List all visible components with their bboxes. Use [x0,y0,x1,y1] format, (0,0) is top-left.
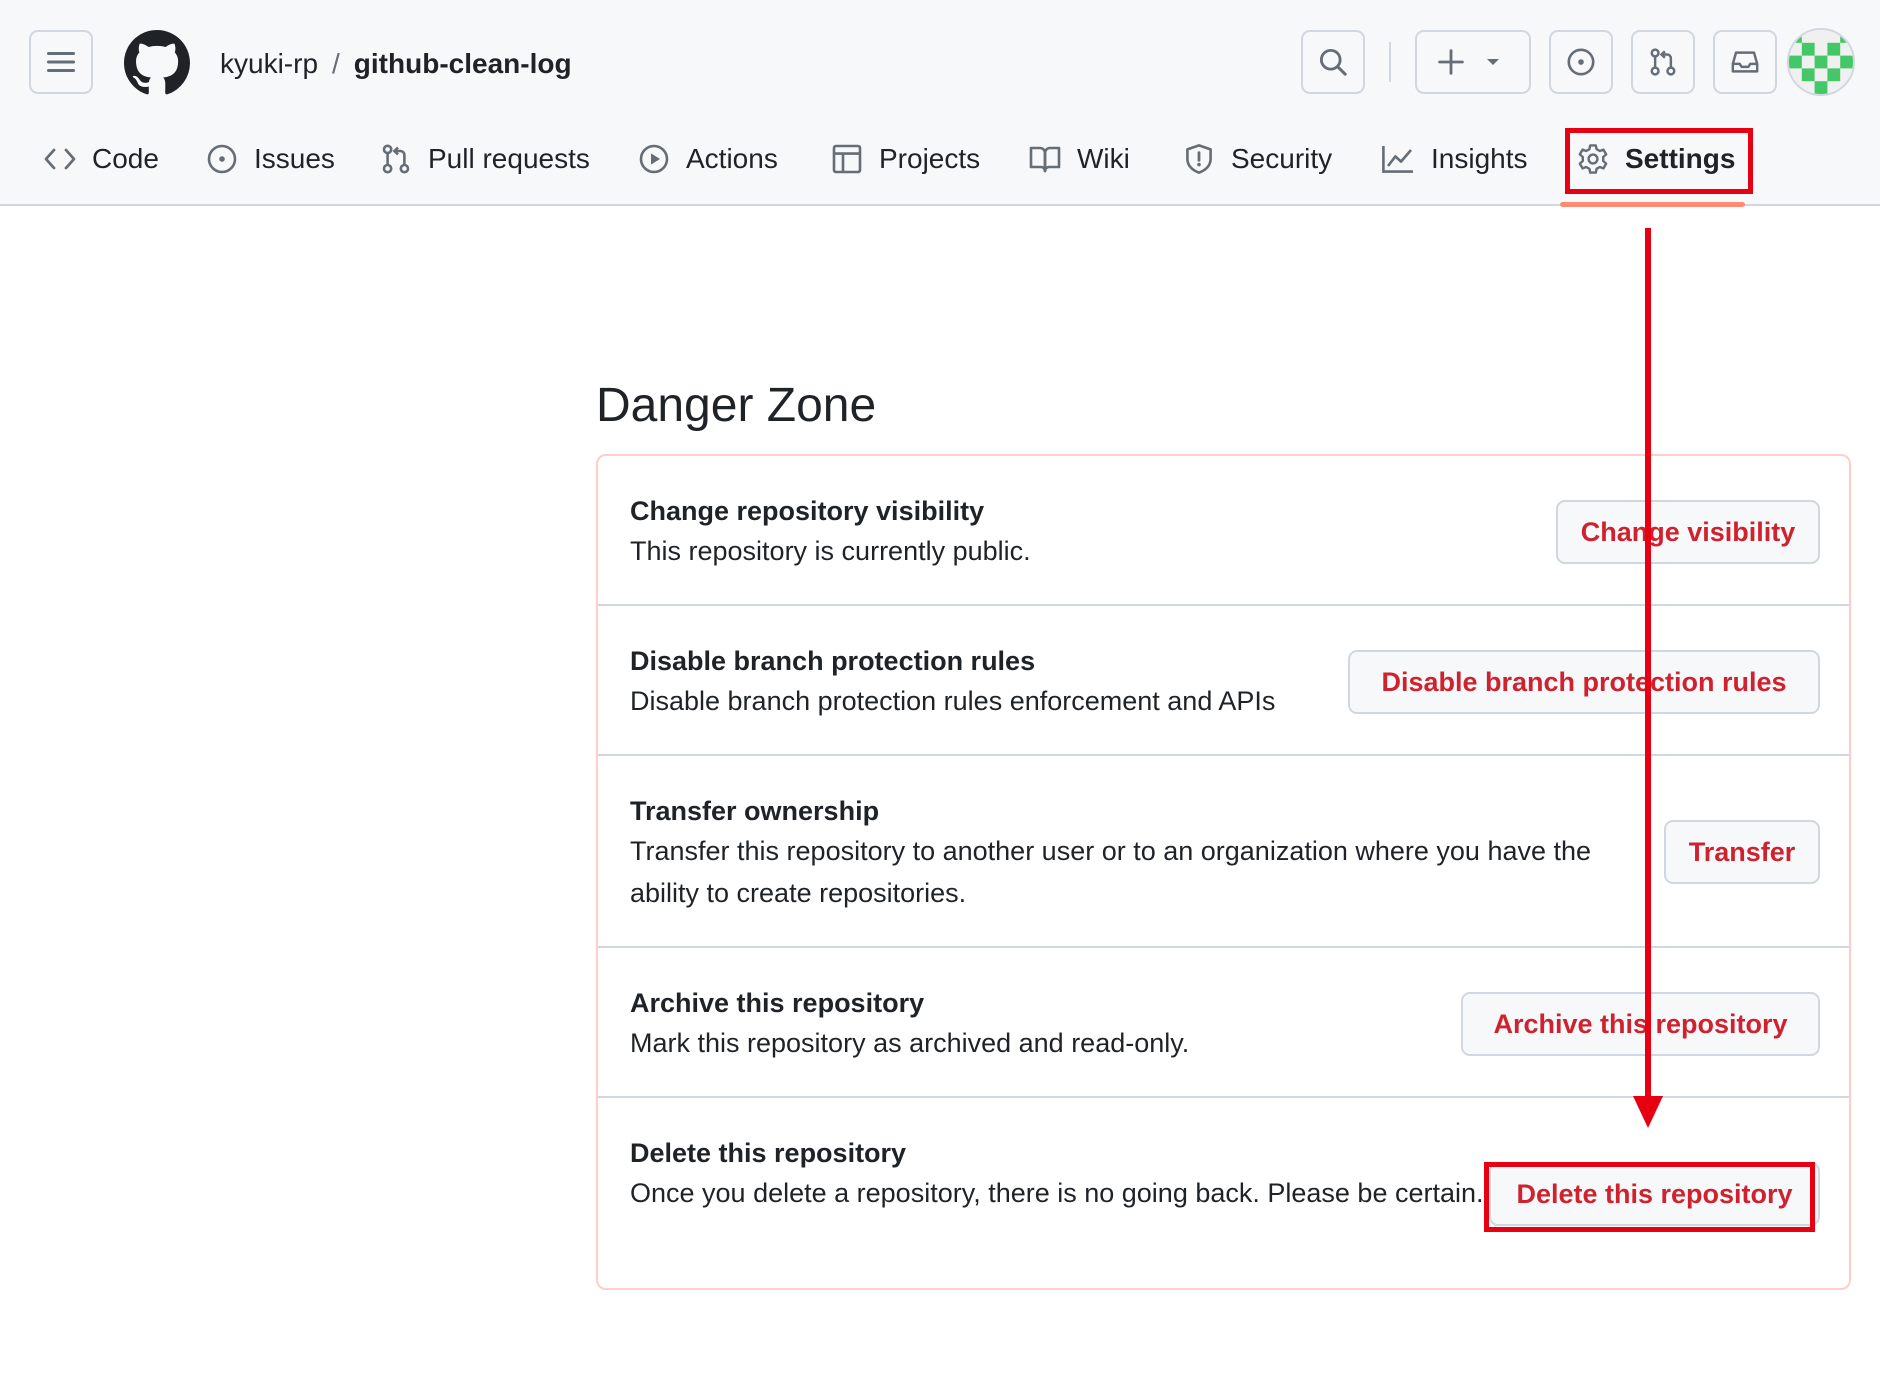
hamburger-icon [47,52,75,72]
plus-icon [1438,49,1464,75]
transfer-button[interactable]: Transfer [1664,820,1820,884]
repo-name-link[interactable]: github-clean-log [354,48,572,79]
tab-security[interactable]: Security [1183,136,1332,182]
tab-insights-label: Insights [1431,143,1528,174]
identicon-avatar [1789,30,1853,94]
triangle-down-icon [1487,59,1499,65]
breadcrumb-separator: / [332,48,340,79]
annotation-arrow-head [1633,1096,1663,1128]
search-button[interactable] [1301,30,1365,94]
change-visibility-button[interactable]: Change visibility [1556,500,1820,564]
danger-zone-title: Danger Zone [596,379,877,432]
annotation-arrow-line [1645,228,1651,1098]
settings-tab-highlight [1565,128,1753,194]
row-title-visibility: Change repository visibility [630,496,985,526]
create-new-button[interactable] [1415,30,1531,94]
shield-icon [1186,144,1212,174]
row-title-transfer: Transfer ownership [630,796,880,826]
user-avatar[interactable] [1787,28,1855,96]
repo-breadcrumb: kyuki-rp / github-clean-log [220,44,572,84]
tab-actions[interactable]: Actions [638,136,778,182]
row-title-delete: Delete this repository [630,1138,907,1168]
tab-code[interactable]: Code [44,136,159,182]
row-desc-branch-protection: Disable branch protection rules enforcem… [630,686,1276,716]
graph-icon [1382,146,1413,173]
search-icon [1319,48,1347,76]
tab-code-label: Code [92,143,159,174]
tab-issues[interactable]: Issues [206,136,335,182]
issue-opened-icon [1567,48,1595,76]
row-title-archive: Archive this repository [630,988,925,1018]
tab-projects-label: Projects [879,143,981,174]
selected-tab-indicator [1560,202,1745,207]
header-divider [1389,42,1391,82]
row-divider [598,946,1849,948]
row-divider [598,604,1849,606]
tab-insights[interactable]: Insights [1381,136,1528,182]
row-title-branch-protection: Disable branch protection rules [630,646,1036,676]
archive-repository-button[interactable]: Archive this repository [1461,992,1820,1056]
table-icon [832,144,862,174]
tab-projects[interactable]: Projects [831,136,980,182]
github-mark-icon[interactable] [124,30,190,96]
row-desc-archive: Mark this repository as archived and rea… [630,1028,1190,1058]
global-menu-button[interactable] [29,30,93,94]
issues-button[interactable] [1549,30,1613,94]
row-desc-transfer: Transfer this repository to another user… [630,836,1592,908]
play-icon [639,144,669,174]
tab-issues-label: Issues [254,143,335,174]
delete-button-highlight [1484,1162,1815,1232]
git-pull-request-icon [382,144,410,174]
tab-wiki[interactable]: Wiki [1029,136,1130,182]
pull-requests-button[interactable] [1631,30,1695,94]
book-icon [1029,146,1061,173]
tab-security-label: Security [1231,143,1333,174]
row-desc-delete: Once you delete a repository, there is n… [630,1178,1484,1208]
inbox-button[interactable] [1713,30,1777,94]
inbox-icon [1731,51,1759,73]
disable-branch-protection-button[interactable]: Disable branch protection rules [1348,650,1820,714]
tab-actions-label: Actions [686,143,778,174]
repo-owner-link[interactable]: kyuki-rp [220,48,318,79]
tab-pull-requests-label: Pull requests [428,143,590,174]
code-icon [44,148,76,170]
row-divider [598,754,1849,756]
row-desc-visibility: This repository is currently public. [630,536,1031,566]
tab-wiki-label: Wiki [1077,143,1130,174]
tab-pull-requests[interactable]: Pull requests [380,136,590,182]
issue-opened-icon [207,144,237,174]
git-pull-request-icon [1650,48,1676,76]
